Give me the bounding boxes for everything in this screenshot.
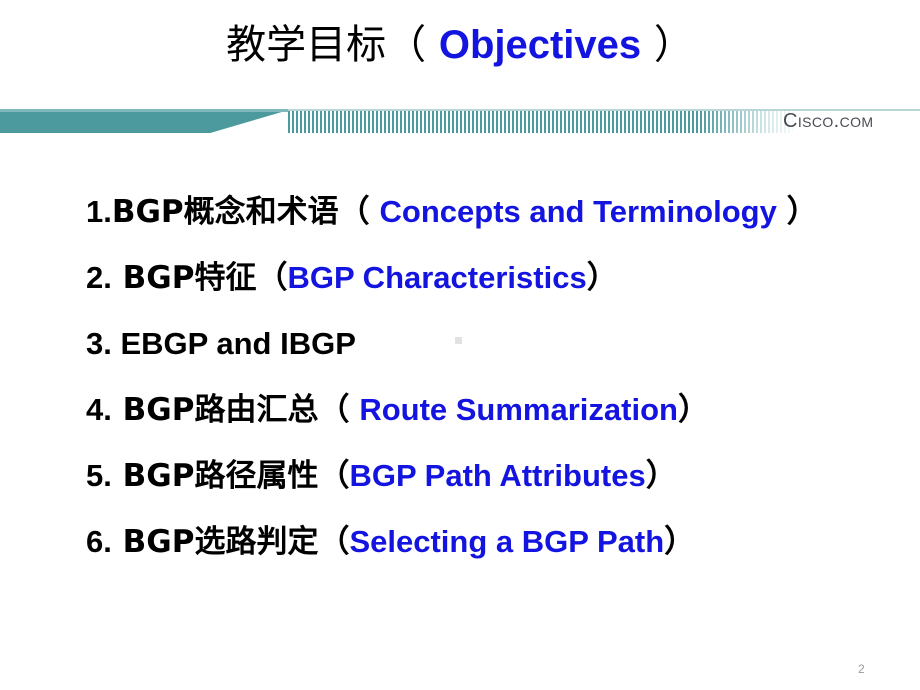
list-item-close-paren: ）: [677, 392, 709, 428]
list-item-english: EBGP and IBGP: [111, 326, 356, 361]
page-title-cjk-prefix: 教学目标（: [226, 22, 427, 68]
list-item-english: BGP Characteristics: [287, 260, 587, 295]
page-title-space-after: [641, 22, 654, 68]
list-item-space-before: [370, 194, 380, 230]
list-item-number: 1.: [86, 194, 112, 229]
list-item-cjk: BGP特征（: [111, 260, 288, 296]
list-item: 2. BGP特征（BGP Characteristics）: [86, 252, 886, 318]
list-item-english: BGP Path Attributes: [349, 458, 646, 493]
list-item-cjk: BGP选路判定（: [111, 524, 350, 560]
header-band-solid-block: [0, 109, 292, 133]
list-item-space-before: [349, 392, 359, 428]
cisco-wordmark: Cisco.com: [783, 110, 874, 132]
page-title-cjk-suffix: ）: [653, 22, 694, 68]
presentation-slide: 教学目标（ Objectives ） Cisco.com 1.BGP概念和术语（…: [0, 0, 920, 690]
list-item-number: 2.: [86, 260, 112, 295]
list-item: 5. BGP路径属性（BGP Path Attributes）: [86, 450, 886, 516]
list-item: 6. BGP选路判定（Selecting a BGP Path）: [86, 516, 886, 582]
list-item-number: 5.: [86, 458, 112, 493]
list-item-cjk: BGP概念和术语（: [111, 194, 370, 230]
list-item-number: 6.: [86, 524, 112, 559]
list-item-cjk: BGP路由汇总（: [111, 392, 350, 428]
header-band-stripes-fade: [700, 109, 793, 133]
list-item-space-after: [777, 194, 787, 230]
stray-artifact-square: [455, 337, 462, 344]
page-title-english: Objectives: [438, 23, 642, 67]
page-number: 2: [858, 662, 865, 676]
list-item-close-paren: ）: [586, 260, 618, 296]
list-item: 1.BGP概念和术语（ Concepts and Terminology ）: [86, 186, 886, 252]
list-item-close-paren: ）: [664, 524, 696, 560]
page-title: 教学目标（ Objectives ）: [0, 22, 920, 68]
cisco-header-band: [0, 109, 920, 133]
list-item-close-paren: ）: [645, 458, 677, 494]
list-item-number: 4.: [86, 392, 112, 427]
list-item-english: Concepts and Terminology: [379, 194, 777, 229]
list-item-cjk: BGP路径属性（: [111, 458, 350, 494]
list-item-close-paren: ）: [786, 194, 818, 230]
list-item: 4. BGP路由汇总（ Route Summarization）: [86, 384, 886, 450]
list-item-english: Selecting a BGP Path: [349, 524, 665, 559]
list-item-english: Route Summarization: [359, 392, 678, 427]
list-item: 3. EBGP and IBGP: [86, 318, 886, 384]
page-title-space-before: [426, 22, 439, 68]
header-band-highlight-line: [0, 109, 292, 112]
objectives-list: 1.BGP概念和术语（ Concepts and Terminology ） 2…: [86, 186, 886, 582]
list-item-number: 3.: [86, 326, 112, 361]
